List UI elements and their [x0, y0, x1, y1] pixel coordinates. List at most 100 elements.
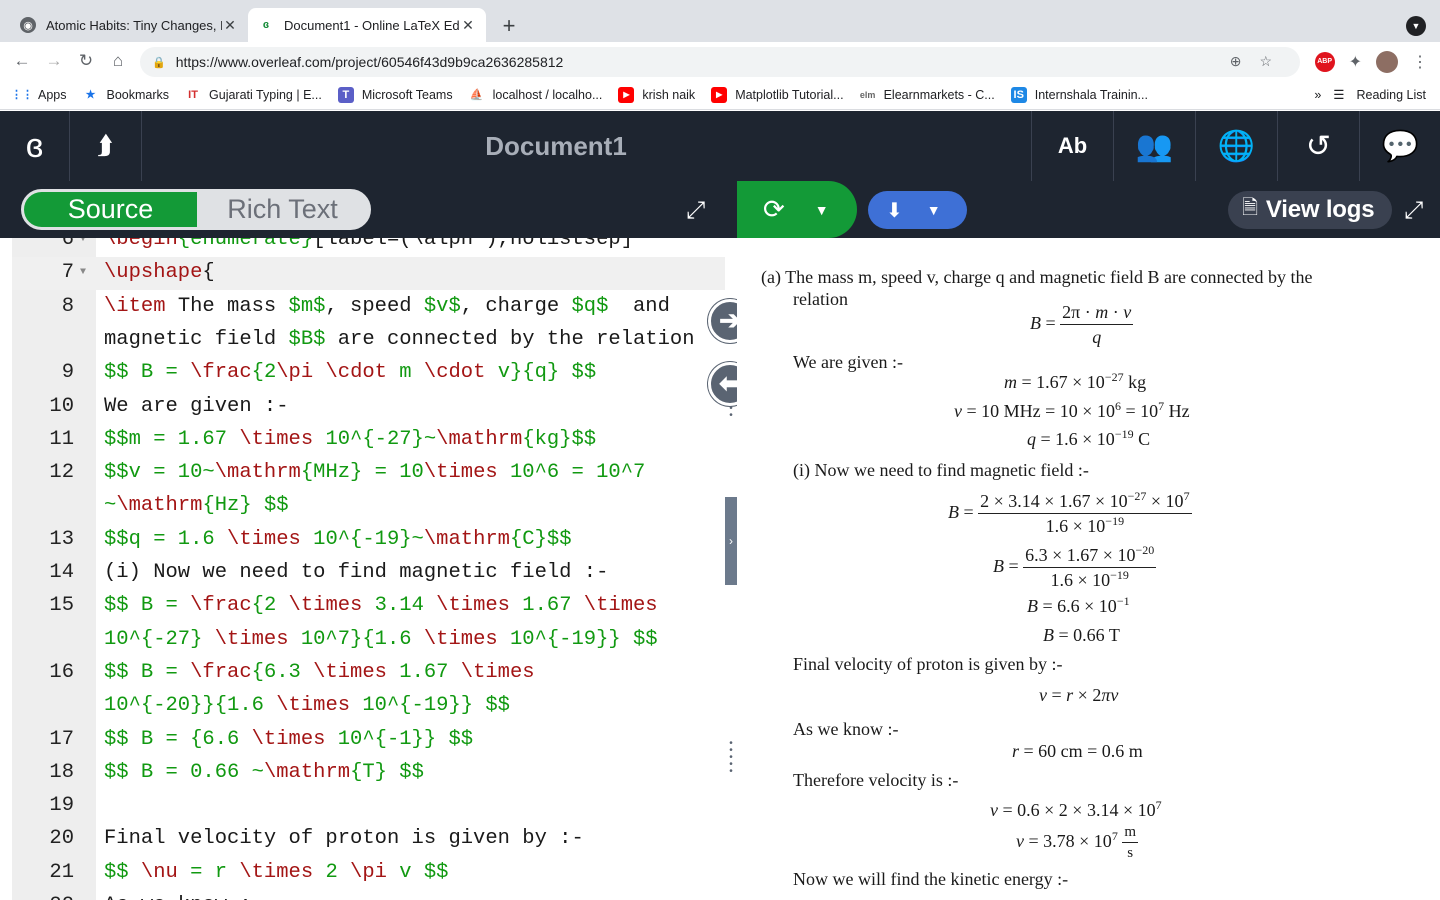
chevron-down-icon[interactable]: ▼ [927, 202, 941, 218]
code-line[interactable]: 16 $$ B = \frac{6.3 \times 1.67 \times [12, 657, 725, 690]
reading-list-button[interactable]: Reading List [1357, 88, 1427, 102]
bookmark-bookmarks[interactable]: ★ Bookmarks [83, 87, 169, 103]
drag-handle-icon[interactable]: • • • • • [728, 739, 734, 777]
collapse-pdf-icon[interactable]: › [725, 497, 737, 585]
close-icon[interactable]: ✕ [222, 17, 238, 34]
code-token: The mass [165, 294, 289, 318]
document-title[interactable]: Document1 [420, 111, 692, 181]
code-line[interactable]: 17 $$ B = {6.6 \times 10^{-1}} $$ [12, 724, 725, 757]
code-text: (i) Now we need to find magnetic field :… [104, 561, 608, 584]
adblock-icon[interactable]: ABP [1314, 52, 1335, 72]
code-line[interactable]: 10^{-20}}{1.6 \times 10^{-19}} $$ [12, 690, 725, 723]
overleaf-logo-icon[interactable]: ɞ [0, 111, 70, 181]
pdf-text: (a) The mass m, speed v, charge q and ma… [761, 267, 1313, 287]
view-logs-button[interactable]: 🗎 View logs [1228, 191, 1392, 229]
pdf-equation: ν = r × 2πv [1039, 685, 1119, 705]
code-line[interactable]: 18 $$ B = 0.66 ~\mathrm{T} $$ [12, 757, 725, 790]
bookmark-matplotlib[interactable]: ▶ Matplotlib Tutorial... [711, 86, 844, 103]
code-token: \mathrm [263, 760, 351, 784]
code-line[interactable]: 19 [12, 790, 725, 823]
code-token: v}{q} $$ [485, 361, 597, 385]
bookmark-localhost[interactable]: ⛵ localhost / localho... [469, 87, 603, 103]
code-token: \mathrm [436, 427, 523, 451]
chat-icon[interactable]: 💬 [1359, 111, 1440, 181]
bookmark-apps[interactable]: ⋮⋮ Apps [11, 87, 67, 103]
code-token: \item [104, 294, 166, 318]
code-line[interactable]: 14 (i) Now we need to find magnetic field… [12, 557, 725, 590]
back-icon[interactable]: ← [10, 50, 34, 72]
recompile-button[interactable]: ⟳ ▼ [737, 181, 857, 238]
code-line[interactable]: 20 Final velocity of proton is given by :… [12, 823, 725, 856]
elm-icon: elm [859, 89, 876, 100]
bookmark-elearnmarkets[interactable]: elm Elearnmarkets - C... [860, 87, 995, 103]
pdf-equation: B = 0.66 T [1043, 625, 1120, 645]
code-token: \times [227, 527, 301, 551]
line-number: 12 [49, 461, 74, 485]
bookmark-krish-naik[interactable]: ▶ krish naik [618, 86, 695, 103]
reload-icon[interactable]: ↻ [74, 50, 98, 72]
forward-icon[interactable]: → [42, 50, 66, 72]
extensions-icon[interactable]: ✦ [1349, 52, 1362, 72]
code-token: , speed [325, 294, 424, 318]
code-token: \upshape [104, 261, 203, 285]
pdf-preview[interactable]: (a) The mass m, speed v, charge q and ma… [737, 238, 1440, 900]
source-tab[interactable]: Source [24, 192, 197, 227]
code-line[interactable]: 9 $$ B = \frac{2\pi \cdot m \cdot v}{q} $… [12, 357, 725, 390]
code-line[interactable]: 22 As we know :- [12, 890, 725, 900]
fold-chevron-icon[interactable]: ▼ [80, 267, 86, 278]
share-icon[interactable]: 👥 [1113, 111, 1195, 181]
menu-icon[interactable]: ⋮ [1412, 52, 1428, 72]
code-token: (i) Now we need to find magnetic field :… [104, 561, 609, 584]
code-token: and [608, 294, 670, 318]
chevron-down-icon[interactable]: ▼ [815, 202, 829, 218]
code-line[interactable]: 10^{-27} \times 10^7}{1.6 \times 10^{-19… [12, 624, 725, 657]
code-line[interactable]: 15 $$ B = \frac{2 \times 3.14 \times 1.67… [12, 590, 725, 623]
fold-chevron-icon[interactable]: ▼ [80, 238, 86, 245]
home-icon[interactable]: ⌂ [106, 50, 130, 72]
chevron-right-icon[interactable]: » [1314, 88, 1321, 102]
code-token: \mathrm [214, 461, 301, 485]
bookmark-gujarati-typing[interactable]: IT Gujarati Typing | E... [185, 87, 322, 103]
download-button[interactable]: ⬇ ▼ [868, 191, 967, 229]
code-line[interactable]: magnetic field $B$ are connected by the … [12, 324, 725, 357]
code-token: \nu [140, 860, 178, 884]
code-line[interactable]: 8 \item The mass $m$, speed $v$, charge $… [12, 291, 725, 324]
upload-icon[interactable]: ⮭ [70, 111, 142, 181]
browser-tab-atomic-habits[interactable]: ◉ Atomic Habits: Tiny Changes, R ✕ [10, 8, 248, 42]
close-icon[interactable]: ✕ [460, 17, 476, 34]
code-line[interactable]: 7 ▼ \upshape{ [12, 257, 725, 291]
code-line[interactable]: 11 $$m = 1.67 \times 10^{-27}~\mathrm{kg}… [12, 424, 725, 457]
history-icon[interactable]: ↺ [1277, 111, 1359, 181]
code-line[interactable]: 12 $$v = 10~\mathrm{MHz} = 10\times 10^6 … [12, 457, 725, 490]
code-line[interactable]: 21 $$ \nu = r \times 2 \pi v $$ [12, 857, 725, 890]
code-token: \times [239, 860, 314, 884]
code-line[interactable]: 6 ▼ \begin{enumerate}[label=(\alph*),nolis… [12, 238, 725, 257]
rich-text-tab[interactable]: Rich Text [197, 192, 368, 227]
star-icon[interactable]: ☆ [1259, 53, 1290, 69]
code-token: $$ B = [104, 361, 191, 385]
avatar[interactable] [1376, 51, 1398, 73]
zoom-icon[interactable]: ⊕ [1230, 53, 1260, 69]
tab-search-icon[interactable]: ▼ [1406, 16, 1426, 36]
code-editor[interactable]: 6 ▼ \begin{enumerate}[label=(\alph*),nolis… [0, 238, 725, 900]
code-token: ~ [104, 494, 117, 518]
browser-tab-overleaf[interactable]: ɞ Document1 - Online LaTeX Edit ✕ [248, 8, 486, 42]
bookmark-internshala[interactable]: IS Internshala Trainin... [1010, 86, 1148, 103]
code-line[interactable]: 10 We are given :- [12, 391, 725, 424]
code-token: 10^{-1}} $$ [325, 727, 474, 751]
reading-list-icon: ☰ [1333, 88, 1345, 102]
globe-icon[interactable]: 🌐 [1195, 111, 1277, 181]
expand-icon[interactable]: ⤢ [686, 197, 705, 225]
new-tab-button[interactable]: + [496, 14, 522, 40]
pdf-equation: q = 1.6 × 10−19 C [1027, 427, 1151, 449]
code-line[interactable]: ~\mathrm{Hz} $$ [12, 490, 725, 523]
pdf-text: (i) Now we need to find magnetic field :… [793, 460, 1089, 480]
tab-title: Atomic Habits: Tiny Changes, R [46, 17, 222, 33]
overleaf-icon: ɞ [262, 19, 270, 31]
code-line[interactable]: 13 $$q = 1.6 \times 10^{-19}~\mathrm{C}$$ [12, 524, 725, 557]
bookmark-microsoft-teams[interactable]: T Microsoft Teams [337, 86, 453, 103]
review-icon[interactable]: Ab [1031, 111, 1113, 181]
expand-pdf-icon[interactable]: ⤢ [1404, 197, 1423, 225]
code-token: 10^{-20}}{1.6 [104, 694, 277, 718]
address-bar[interactable]: 🔒 https://www.overleaf.com/project/60546… [140, 47, 1300, 77]
